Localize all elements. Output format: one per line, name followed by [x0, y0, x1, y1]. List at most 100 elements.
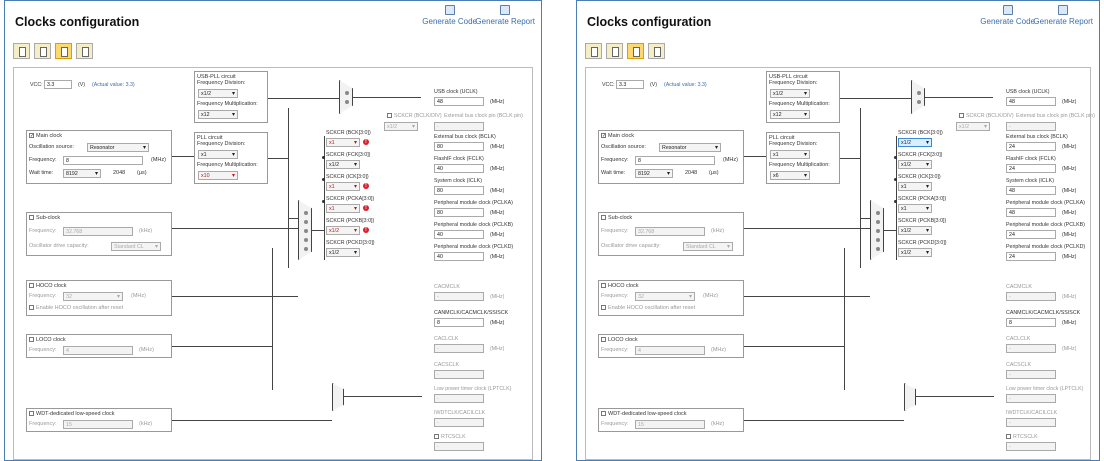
pll-div-select[interactable]: x1: [770, 150, 810, 159]
vcc-input[interactable]: 3.3: [616, 80, 644, 89]
hoco-freq-select[interactable]: 32: [63, 292, 123, 301]
lpt-mux[interactable]: [332, 383, 344, 411]
toolbar-button-4[interactable]: [648, 43, 665, 59]
bclk-pin-select[interactable]: x1/2: [956, 122, 990, 131]
loco-checkbox[interactable]: [601, 337, 606, 343]
main-freq-input[interactable]: 8: [635, 156, 715, 165]
hoco-checkbox[interactable]: [601, 283, 606, 289]
hoco-enable-checkbox[interactable]: [29, 305, 34, 311]
wdt-checkbox[interactable]: [601, 411, 606, 417]
wdt-freq-input[interactable]: 15: [63, 420, 133, 429]
sckcr-ick-select[interactable]: x1: [326, 182, 360, 191]
wdt-checkbox[interactable]: [29, 411, 34, 417]
rtc-checkbox[interactable]: [1006, 434, 1011, 440]
pclka-unit: (MHz): [1062, 210, 1077, 216]
toolbar-button-3[interactable]: [627, 43, 644, 59]
main-clock-box: ✓ Main clock Oscillation source: Resonato…: [598, 130, 744, 184]
generate-code-button[interactable]: Generate Code: [422, 5, 477, 26]
osc-source-select[interactable]: Resonator: [87, 143, 149, 152]
bclk-pin-checkbox[interactable]: [387, 113, 392, 119]
pll-div-select[interactable]: x1: [198, 150, 238, 159]
wait-select[interactable]: 8192: [63, 169, 101, 178]
cacsclk-label: CACSCLK: [434, 362, 460, 368]
hoco-box: HOCO clock Frequency: 32 (MHz) Enable HO…: [26, 280, 172, 316]
fclk-unit: (MHz): [1062, 166, 1077, 172]
sckcr-ick-label: SCKCR (ICK[3:0]): [326, 174, 369, 180]
sckcr-pcka-select[interactable]: x1: [898, 204, 932, 213]
usb-mux[interactable]: [339, 80, 353, 114]
sub-clock-checkbox[interactable]: [601, 215, 606, 221]
generate-code-button[interactable]: Generate Code: [980, 5, 1035, 26]
bclk-pin-select[interactable]: x1/2: [384, 122, 418, 131]
toolbar-button-1[interactable]: [585, 43, 602, 59]
rtc-output: -: [434, 442, 484, 451]
caclclk-unit: (MHz): [490, 346, 505, 352]
sckcr-bclk-pin-label: SCKCR (BCLK/DIV): [394, 113, 442, 119]
sckcr-ick-select[interactable]: x1: [898, 182, 932, 191]
lpt-mux[interactable]: [904, 383, 916, 411]
loco-freq-label: Frequency:: [29, 347, 57, 353]
sub-freq-unit: (kHz): [711, 228, 725, 234]
toolbar-button-2[interactable]: [606, 43, 623, 59]
generate-report-button[interactable]: Generate Report: [475, 5, 535, 26]
pll-mul-select[interactable]: x10: [198, 171, 238, 180]
usb-pll-div-select[interactable]: x1/2: [198, 89, 238, 98]
loco-freq-input[interactable]: 4: [635, 346, 705, 355]
loco-freq-input[interactable]: 4: [63, 346, 133, 355]
usb-pll-mul-select[interactable]: x12: [198, 110, 238, 119]
sckcr-bck-label: SCKCR (BCK[3:0]): [898, 130, 943, 136]
sub-drive-label: Oscillator drive capacity:: [29, 243, 89, 249]
hoco-enable-checkbox[interactable]: [601, 305, 606, 311]
main-clock-checkbox[interactable]: ✓: [29, 133, 34, 139]
usb-mux[interactable]: [911, 80, 925, 114]
sckcr-pcka-select[interactable]: x1: [326, 204, 360, 213]
sckcr-fck-select[interactable]: x1/2: [898, 160, 932, 169]
usb-pll-div-select[interactable]: x1/2: [770, 89, 810, 98]
bclk-pin-checkbox[interactable]: [959, 113, 964, 119]
toolbar-button-4[interactable]: [76, 43, 93, 59]
rtc-checkbox[interactable]: [434, 434, 439, 440]
sckcr-pckd-select[interactable]: x1/2: [326, 248, 360, 257]
sckcr-pckb-select[interactable]: x1/2: [326, 226, 360, 235]
rtc-label: RTCSCLK: [1013, 434, 1038, 440]
sckcr-fck-select[interactable]: x1/2: [326, 160, 360, 169]
pclkb-unit: (MHz): [490, 232, 505, 238]
system-clock-mux[interactable]: [870, 200, 884, 260]
toolbar-button-1[interactable]: [13, 43, 30, 59]
code-icon: [444, 5, 455, 15]
sub-drive-label: Oscillator drive capacity:: [601, 243, 661, 249]
sckcr-bck-select[interactable]: x1/2: [898, 138, 932, 147]
main-freq-input[interactable]: 8: [63, 156, 143, 165]
toolbar-button-2[interactable]: [34, 43, 51, 59]
fclk-label: FlashIF clock (FCLK): [434, 156, 484, 162]
vcc-input[interactable]: 3.3: [44, 80, 72, 89]
sub-freq-input[interactable]: 32.768: [635, 227, 705, 236]
can-unit: (MHz): [490, 320, 505, 326]
sub-clock-box: Sub-clock Frequency: 32.768 (kHz) Oscill…: [26, 212, 172, 256]
generate-report-button[interactable]: Generate Report: [1033, 5, 1093, 26]
cacmclk-output: -: [1006, 292, 1056, 301]
sckcr-pckb-select[interactable]: x1/2: [898, 226, 932, 235]
sub-clock-checkbox[interactable]: [29, 215, 34, 221]
sckcr-bck-select[interactable]: x1: [326, 138, 360, 147]
generate-code-label: Generate Code: [422, 17, 477, 26]
sub-freq-input[interactable]: 32.768: [63, 227, 133, 236]
usb-clock-label: USB clock (UCLK): [1006, 89, 1050, 95]
system-clock-mux[interactable]: [298, 200, 312, 260]
wdt-freq-input[interactable]: 15: [635, 420, 705, 429]
sckcr-pckd-select[interactable]: x1/2: [898, 248, 932, 257]
hoco-checkbox[interactable]: [29, 283, 34, 289]
osc-source-select[interactable]: Resonator: [659, 143, 721, 152]
sub-drive-select[interactable]: Standard CL: [683, 242, 733, 251]
sub-drive-select[interactable]: Standard CL: [111, 242, 161, 251]
main-clock-checkbox[interactable]: ✓: [601, 133, 606, 139]
pclkb-output: 24: [1006, 230, 1056, 239]
pclkd-output: 40: [434, 252, 484, 261]
hoco-freq-select[interactable]: 32: [635, 292, 695, 301]
usb-pll-mul-select[interactable]: x12: [770, 110, 810, 119]
pll-box: PLL circuit Frequency Division: x1 Frequ…: [766, 132, 840, 184]
toolbar-button-3[interactable]: [55, 43, 72, 59]
loco-checkbox[interactable]: [29, 337, 34, 343]
wait-select[interactable]: 8192: [635, 169, 673, 178]
pll-mul-select[interactable]: x6: [770, 171, 810, 180]
